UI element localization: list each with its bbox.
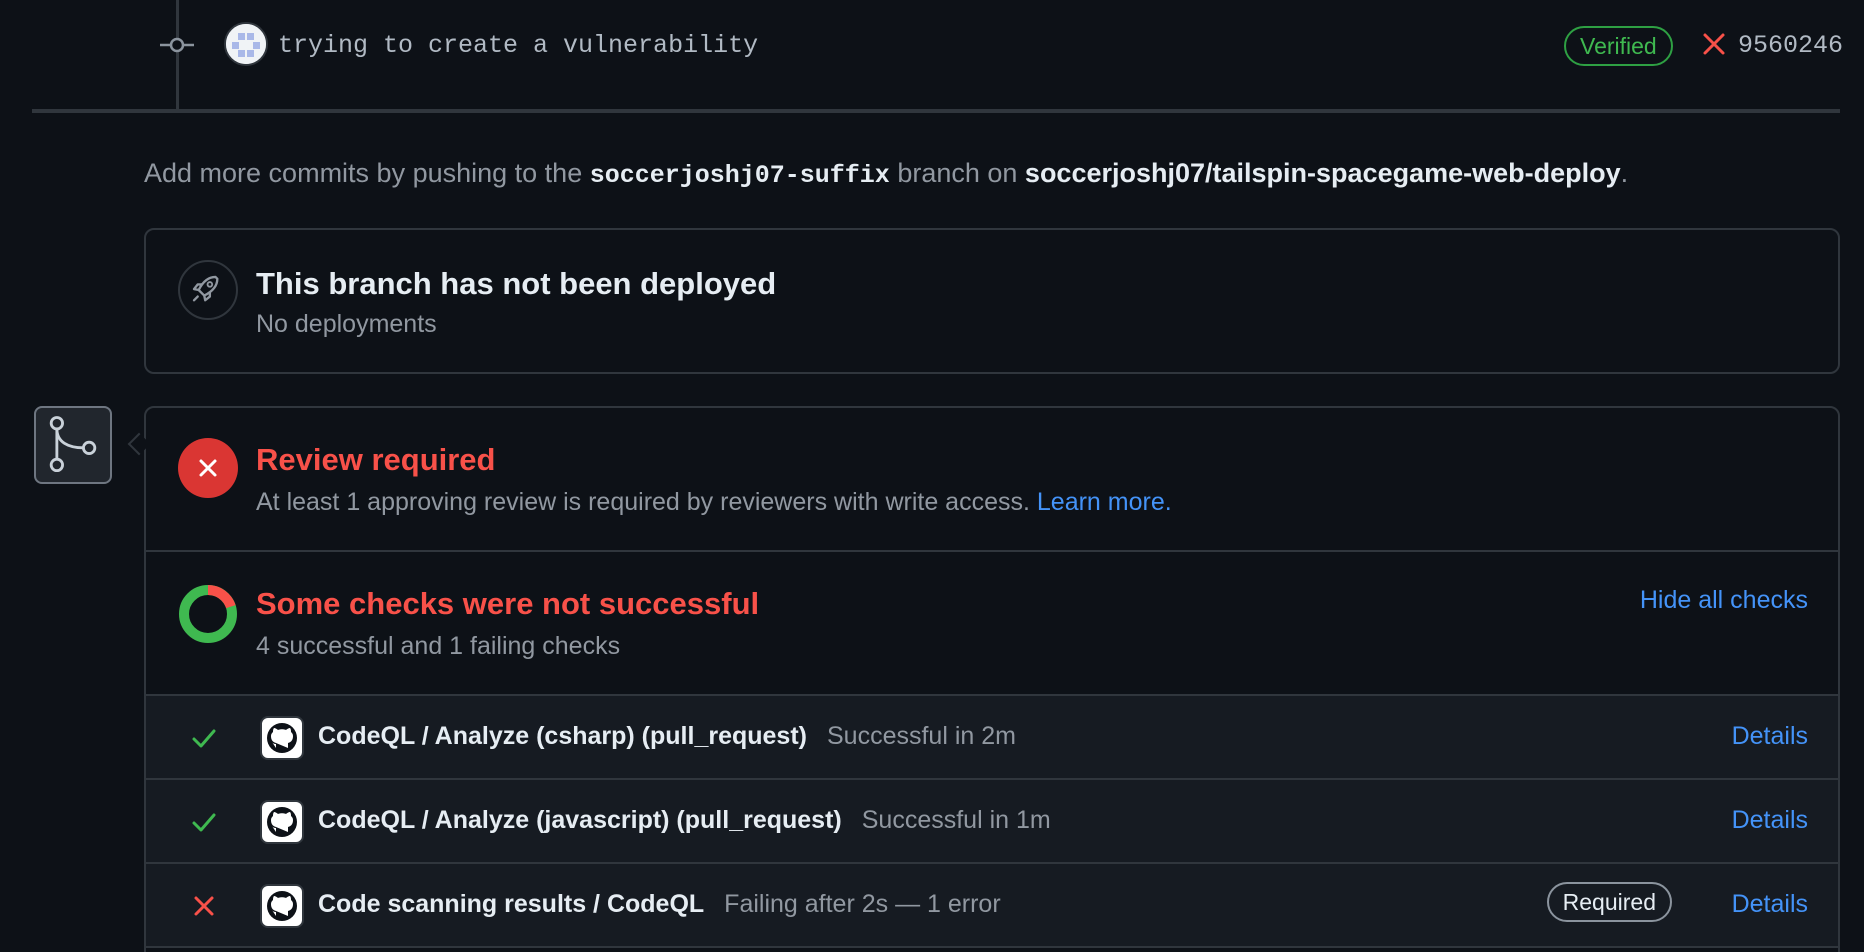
verified-badge[interactable]: Verified xyxy=(1564,26,1673,66)
check-description: Successful in 2m xyxy=(826,722,1016,750)
x-circle-icon xyxy=(178,438,238,498)
commit-sha-link[interactable]: 9560246 xyxy=(1738,31,1843,60)
check-title: CodeQL / Analyze (javascript) (pull_requ… xyxy=(318,806,842,834)
details-link[interactable]: Details xyxy=(1732,806,1808,835)
review-title: Review required xyxy=(256,442,496,477)
branch-name: soccerjoshj07-suffix xyxy=(589,161,890,190)
github-icon xyxy=(260,884,304,928)
checks-donut-icon xyxy=(179,585,237,643)
push-hint-prefix: Add more commits by pushing to the xyxy=(144,158,583,188)
review-description: At least 1 approving review is required … xyxy=(256,488,1172,517)
details-link[interactable]: Details xyxy=(1732,722,1808,751)
push-hint: Add more commits by pushing to the socce… xyxy=(144,158,1628,190)
check-title: Code scanning results / CodeQL xyxy=(318,890,705,918)
check-description: Successful in 1m xyxy=(861,806,1051,834)
check-row: CodeQL / Analyze (csharp) (pull_request)… xyxy=(146,696,1838,780)
check-description: Failing after 2s — 1 error xyxy=(724,890,1001,918)
deployment-title: This branch has not been deployed xyxy=(256,266,777,301)
check-name: CodeQL / Analyze (javascript) (pull_requ… xyxy=(318,806,1051,835)
divider xyxy=(32,109,1840,113)
check-title: CodeQL / Analyze (csharp) (pull_request) xyxy=(318,722,807,750)
hide-all-checks-button[interactable]: Hide all checks xyxy=(1640,586,1808,615)
rocket-icon xyxy=(178,260,238,320)
learn-more-link[interactable]: Learn more. xyxy=(1037,488,1172,516)
review-description-text: At least 1 approving review is required … xyxy=(256,488,1030,516)
commit-message[interactable]: trying to create a vulnerability xyxy=(278,31,758,60)
commit-row: trying to create a vulnerability Verifie… xyxy=(0,0,1864,113)
github-icon xyxy=(260,800,304,844)
checks-summary-section: Some checks were not successful 4 succes… xyxy=(146,552,1838,696)
check-name: Code scanning results / CodeQL Failing af… xyxy=(318,890,1001,919)
checks-summary-subtitle: 4 successful and 1 failing checks xyxy=(256,632,621,660)
repo-name: soccerjoshj07/tailspin-spacegame-web-dep… xyxy=(1024,158,1621,188)
x-icon xyxy=(194,896,214,916)
deployment-card: This branch has not been deployed No dep… xyxy=(144,228,1840,374)
checks-summary-title: Some checks were not successful xyxy=(256,586,760,621)
check-icon xyxy=(192,729,216,748)
required-badge: Required xyxy=(1546,882,1672,922)
details-link[interactable]: Details xyxy=(1732,890,1808,919)
check-row: Code scanning results / CodeQL Failing af… xyxy=(146,864,1838,948)
push-hint-suffix: . xyxy=(1620,158,1629,188)
check-name: CodeQL / Analyze (csharp) (pull_request)… xyxy=(318,722,1016,751)
git-merge-icon xyxy=(34,406,112,484)
github-icon xyxy=(260,716,304,760)
git-commit-icon xyxy=(160,37,194,53)
check-icon xyxy=(192,813,216,832)
check-row: CodeQL / Analyze (javascript) (pull_requ… xyxy=(146,780,1838,864)
avatar[interactable] xyxy=(224,22,268,66)
push-hint-middle: branch on xyxy=(897,158,1018,188)
deployment-subtitle: No deployments xyxy=(256,310,437,338)
review-section: Review required At least 1 approving rev… xyxy=(146,408,1838,552)
x-icon[interactable] xyxy=(1702,30,1726,58)
merge-status-card: Review required At least 1 approving rev… xyxy=(144,406,1840,952)
